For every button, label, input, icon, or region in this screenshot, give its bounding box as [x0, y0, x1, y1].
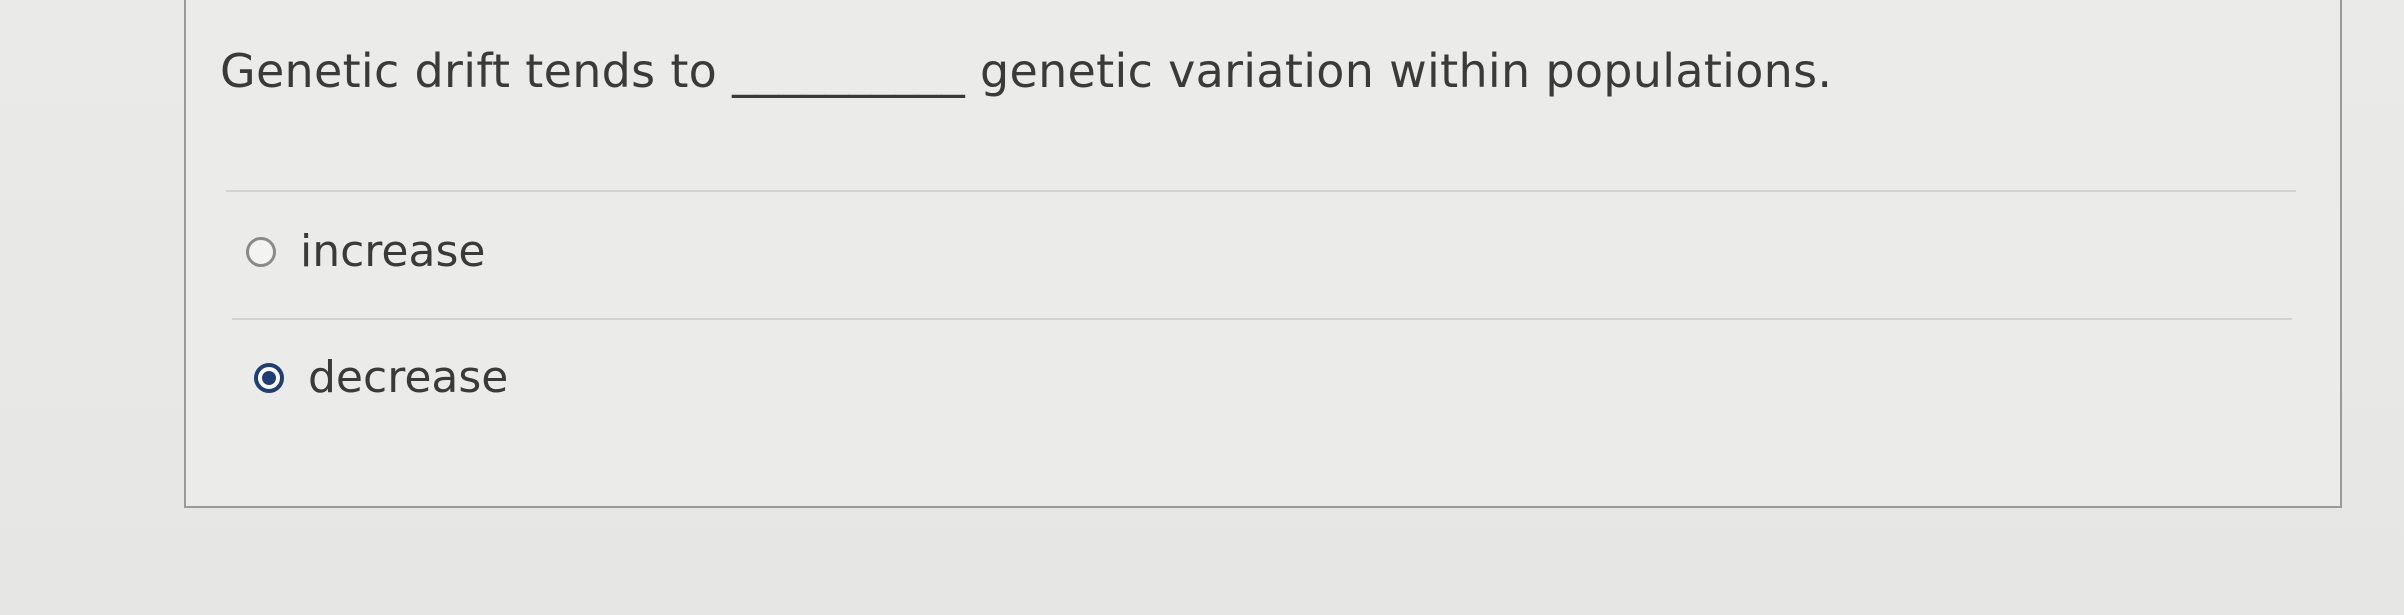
question-blank: __________ [732, 44, 966, 98]
question-prefix: Genetic drift tends to [220, 44, 718, 98]
radio-selected-icon[interactable] [254, 363, 284, 393]
divider-middle [232, 318, 2292, 320]
option-label-decrease: decrease [308, 352, 509, 403]
answer-option-decrease[interactable]: decrease [254, 356, 508, 400]
divider-top [226, 190, 2296, 192]
screen: Genetic drift tends to __________ geneti… [0, 0, 2404, 615]
answer-option-increase[interactable]: increase [246, 230, 485, 274]
radio-unselected-icon[interactable] [246, 237, 276, 267]
question-text: Genetic drift tends to __________ geneti… [220, 44, 1832, 98]
question-suffix: genetic variation within populations. [980, 44, 1833, 98]
option-label-increase: increase [300, 226, 486, 277]
